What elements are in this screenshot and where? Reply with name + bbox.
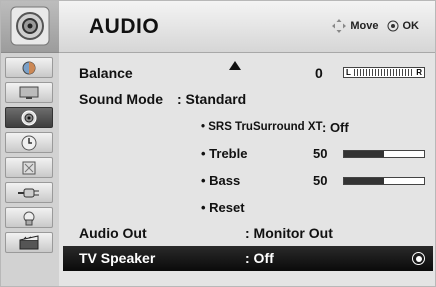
audio-out-value: : Monitor Out <box>245 225 333 241</box>
audio-icon <box>21 110 37 125</box>
srs-value: : Off <box>322 120 349 135</box>
balance-right-mark: R <box>416 68 422 77</box>
sidebar <box>1 1 59 286</box>
balance-left-mark: L <box>346 68 351 77</box>
picture-icon <box>22 61 36 74</box>
page-title: AUDIO <box>89 15 160 38</box>
input-icon <box>18 188 39 197</box>
sidebar-item-lock[interactable] <box>5 207 53 228</box>
audio-out-label: Audio Out <box>79 225 147 241</box>
move-label: Move <box>350 20 379 32</box>
sidebar-item-screen[interactable] <box>5 82 53 103</box>
ok-button-icon <box>387 20 398 32</box>
move-arrows-icon <box>332 19 347 33</box>
tv-speaker-value: : Off <box>245 250 274 266</box>
sidebar-item-time[interactable] <box>5 132 53 153</box>
sidebar-header <box>1 1 59 53</box>
audio-header-icon <box>10 6 50 46</box>
balance-value: 0 <box>315 65 323 81</box>
sound-mode-value: : Standard <box>177 91 247 107</box>
header: AUDIO Move OK <box>59 1 435 53</box>
bass-level <box>344 178 384 184</box>
reset-label: • Reset <box>201 200 245 215</box>
sound-mode-label: Sound Mode <box>79 91 163 107</box>
balance-slider[interactable]: L R <box>343 67 425 78</box>
sidebar-item-option[interactable] <box>5 157 53 178</box>
treble-level <box>344 151 384 157</box>
audio-settings-list: Balance 0 L R Sound Mode : Standard • SR… <box>59 53 435 286</box>
tv-speaker-row[interactable]: TV Speaker : Off <box>63 246 433 271</box>
up-arrow-icon[interactable] <box>229 61 241 70</box>
balance-label: Balance <box>79 65 133 81</box>
time-icon <box>21 135 37 150</box>
srs-label: • SRS TruSurround XT <box>201 121 323 133</box>
nav-hint: Move OK <box>332 19 419 33</box>
sidebar-item-media[interactable] <box>5 232 53 253</box>
bass-value: 50 <box>313 173 328 188</box>
lock-icon <box>23 211 35 225</box>
tv-speaker-label: TV Speaker <box>79 250 156 266</box>
ok-label: OK <box>402 20 420 32</box>
sidebar-item-input[interactable] <box>5 182 53 203</box>
balance-scale <box>353 69 414 76</box>
media-icon <box>19 234 39 249</box>
selected-radio-icon[interactable] <box>412 252 425 265</box>
option-icon <box>22 161 36 174</box>
sidebar-item-audio[interactable] <box>5 107 53 128</box>
bass-slider[interactable] <box>343 177 425 185</box>
screen-icon <box>19 86 39 99</box>
treble-label: • Treble <box>201 146 248 161</box>
treble-slider[interactable] <box>343 150 425 158</box>
treble-value: 50 <box>313 146 328 161</box>
audio-menu-window: AUDIO Move OK Balance 0 L R Sound Mode:… <box>0 0 436 287</box>
sidebar-item-picture[interactable] <box>5 57 53 78</box>
bass-label: • Bass <box>201 173 241 188</box>
